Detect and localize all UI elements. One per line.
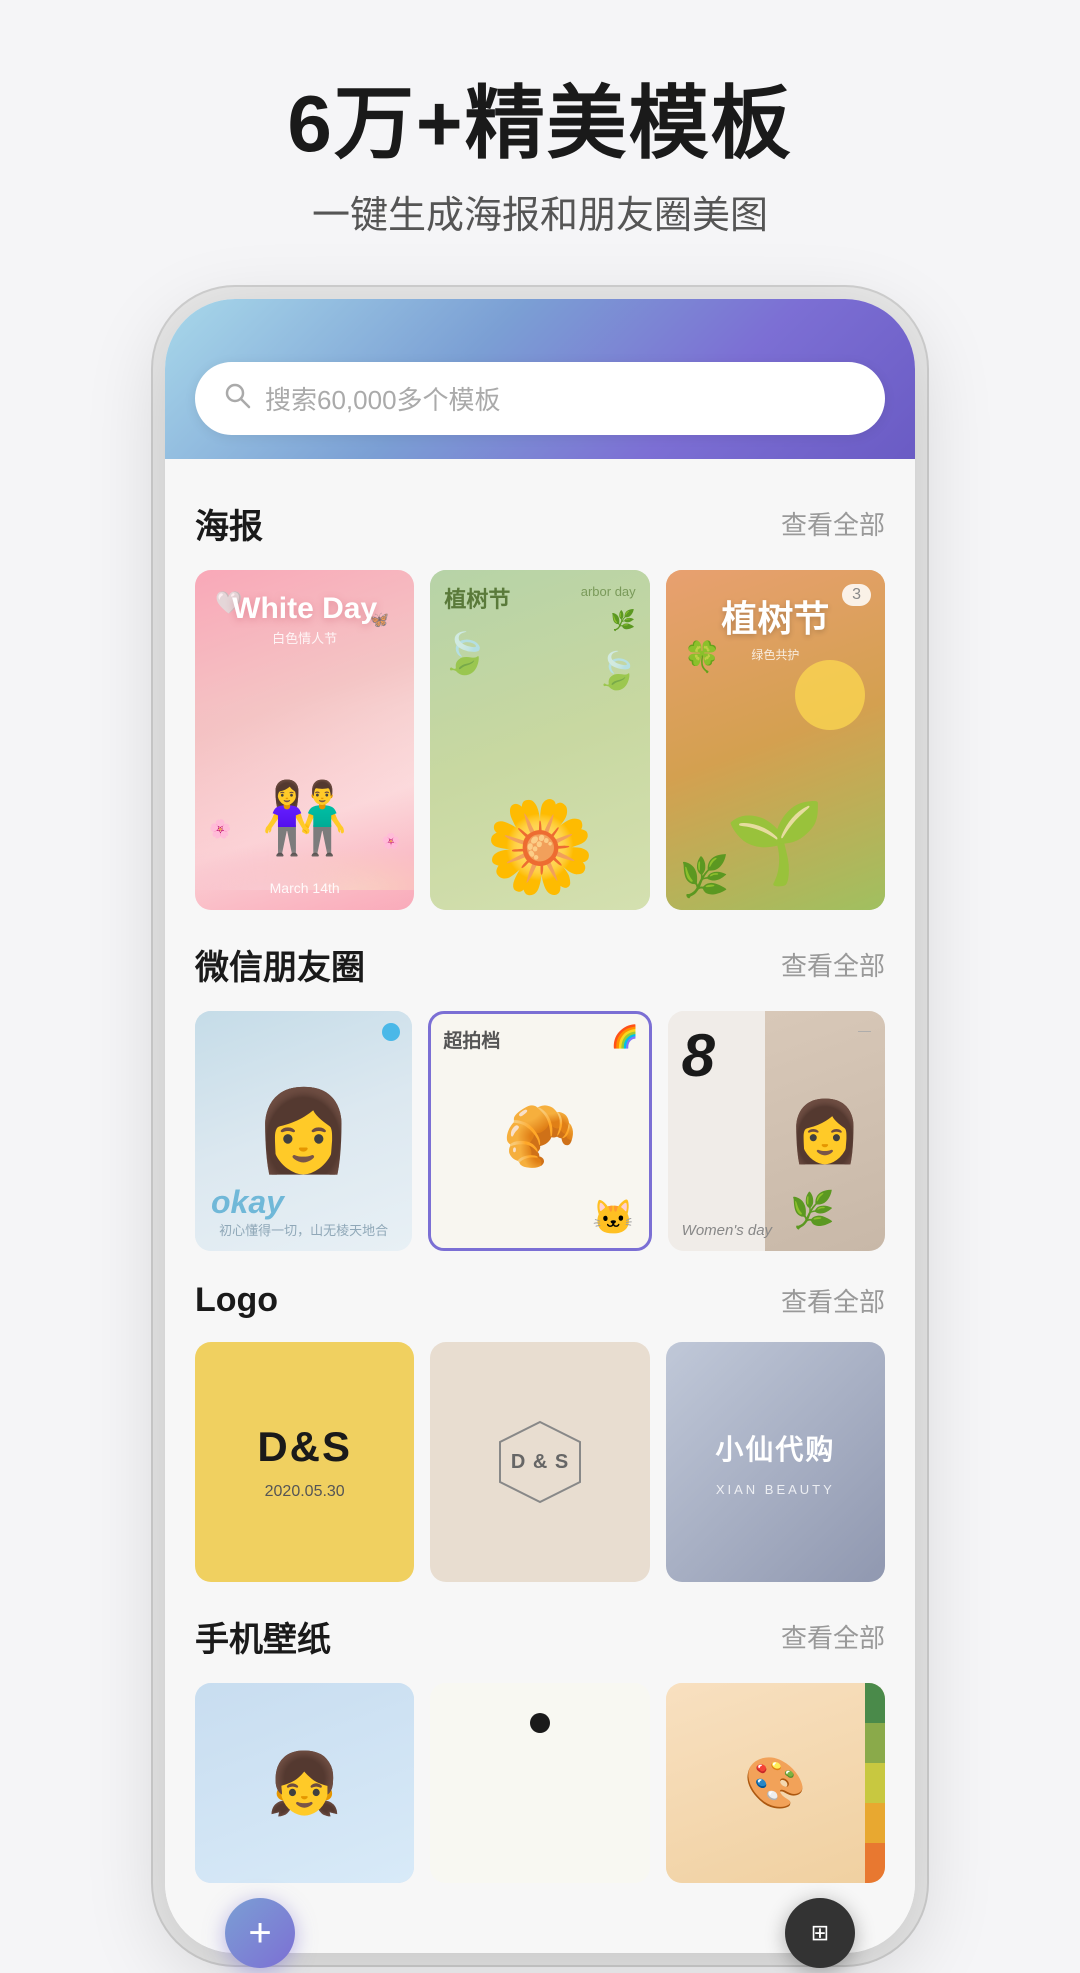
sun-deco: [795, 660, 865, 730]
arbor-card-inner: 植树节 arbor day 🌿 🌼 🍃 🍃: [430, 570, 649, 910]
logo-yellow-content: D&S 2020.05.30: [195, 1342, 414, 1582]
wall1-inner: 👧: [195, 1683, 414, 1883]
poster-see-all[interactable]: 查看全部: [781, 505, 885, 542]
wallpaper-section-title: 手机壁纸: [195, 1612, 331, 1661]
wall3-inner: 🎨: [666, 1683, 885, 1883]
poster-card-plant-festival[interactable]: 植树节 绿色共护 🌱 🌿 🍀 3: [666, 570, 885, 910]
wechat-section-header: 微信朋友圈 查看全部: [195, 940, 885, 989]
food-label-cn: 超拍档: [443, 1026, 500, 1053]
wallpaper-card-colorful[interactable]: 🎨: [666, 1683, 885, 1883]
leaf-left: 🍃: [440, 630, 490, 677]
women-day-badge: —: [858, 1023, 871, 1038]
monstera-leaf: 🌿: [790, 1189, 835, 1231]
white-day-title-block: White Day 白色情人节: [195, 592, 414, 647]
arbor-title-cn: 植树节: [444, 582, 510, 614]
logo-beige-content: D & S: [430, 1342, 649, 1582]
number-8: 8: [682, 1021, 715, 1090]
wechat-card-women-day[interactable]: 8 👩 🌿 Women's day —: [668, 1011, 885, 1251]
white-day-card-inner: 🤍 🦋 White Day 白色情人节 👫 March 14th: [195, 570, 414, 910]
logo-blue-content: 小仙代购 XIAN BEAUTY: [666, 1342, 885, 1582]
plant-title-cn: 植树节: [666, 590, 885, 642]
plant-card-inner: 植树节 绿色共护 🌱 🌿 🍀 3: [666, 570, 885, 910]
poster-card-white-day[interactable]: 🤍 🦋 White Day 白色情人节 👫 March 14th: [195, 570, 414, 910]
logo-yellow-text: D&S: [257, 1423, 352, 1471]
anime-girl: 👧: [195, 1683, 414, 1883]
wallpaper-card-anime[interactable]: 👧: [195, 1683, 414, 1883]
poster-section-title: 海报: [195, 499, 263, 548]
logo-section-header: Logo 查看全部: [195, 1281, 885, 1320]
wallpaper-grid: 👧 🎨: [195, 1683, 885, 1883]
header-section: 6万+精美模板 一键生成海报和朋友圈美图: [0, 0, 1080, 279]
poster-card-arbor[interactable]: 植树节 arbor day 🌿 🌼 🍃 🍃: [430, 570, 649, 910]
womens-day-label: Women's day: [682, 1222, 772, 1239]
phone-content: 海报 查看全部 🤍 🦋 White Day 白色情人节: [165, 459, 915, 1953]
white-day-subtitle-cn: 白色情人节: [195, 628, 414, 647]
okay-text: okay: [211, 1184, 284, 1221]
logo-blue-en: XIAN BEAUTY: [716, 1482, 835, 1497]
logo-grid: D&S 2020.05.30 D & S: [195, 1342, 885, 1582]
poster-grid: 🤍 🦋 White Day 白色情人节 👫 March 14th: [195, 570, 885, 910]
fab-grid-button[interactable]: ⊞: [785, 1898, 855, 1968]
wall2-inner: [430, 1683, 649, 1883]
arbor-title-en-small: arbor day: [581, 584, 636, 599]
arbor-person: 🌼: [430, 795, 649, 900]
white-day-date: March 14th: [195, 880, 414, 896]
main-title: 6万+精美模板: [40, 80, 1040, 168]
white-day-title-en: White Day: [195, 592, 414, 626]
wallpaper-section-header: 手机壁纸 查看全部: [195, 1612, 885, 1661]
colorful-icon: 🎨: [666, 1683, 885, 1883]
logo-yellow-date: 2020.05.30: [265, 1483, 345, 1501]
stripe-accent: [865, 1683, 885, 1883]
girl-card-inner: 👩 okay 初心懂得一切，山无棱天地合: [195, 1011, 412, 1251]
wechat-card-food[interactable]: 超拍档 🌈 🥐 🐱: [428, 1011, 651, 1251]
arbor-icon: 🌿: [611, 608, 636, 633]
logo-card-yellow[interactable]: D&S 2020.05.30: [195, 1342, 414, 1582]
hexagon-container: D & S: [495, 1417, 585, 1507]
flower-deco-left: 🌸: [209, 819, 231, 840]
minimal-dot: [530, 1713, 550, 1733]
plant-title-block: 植树节 绿色共护: [666, 590, 885, 663]
search-icon: [223, 381, 251, 416]
flower-deco-right: 🌸: [382, 832, 401, 850]
leaf-right: 🍃: [595, 650, 640, 692]
search-bar[interactable]: 搜索60,000多个模板: [195, 362, 885, 435]
search-placeholder-text: 搜索60,000多个模板: [265, 380, 501, 417]
women-day-card-inner: 8 👩 🌿 Women's day —: [668, 1011, 885, 1251]
poster-section-header: 海报 查看全部: [195, 499, 885, 548]
plant-left: 🌿: [680, 853, 730, 900]
wallpaper-see-all[interactable]: 查看全部: [781, 1618, 885, 1655]
logo-section-title: Logo: [195, 1281, 278, 1320]
fab-container: + ⊞: [165, 1893, 915, 1973]
page-wrapper: 6万+精美模板 一键生成海报和朋友圈美图 搜索60,000多个模板: [0, 0, 1080, 1973]
logo-see-all[interactable]: 查看全部: [781, 1282, 885, 1319]
wechat-grid: 👩 okay 初心懂得一切，山无棱天地合 超拍档: [195, 1011, 885, 1251]
wallpaper-card-minimal[interactable]: [430, 1683, 649, 1883]
food-card-inner: 超拍档 🌈 🥐 🐱: [431, 1014, 648, 1248]
wechat-see-all[interactable]: 查看全部: [781, 946, 885, 983]
cartoon-sticker: 🐱: [592, 1198, 634, 1238]
search-container[interactable]: 搜索60,000多个模板: [165, 362, 915, 435]
logo-card-beige[interactable]: D & S: [430, 1342, 649, 1582]
food-illustration: 🥐: [431, 1054, 648, 1218]
phone-header-gradient: 搜索60,000多个模板: [165, 299, 915, 459]
rainbow-sticker: 🌈: [611, 1024, 638, 1050]
logo-blue-cn: 小仙代购: [715, 1428, 835, 1468]
wechat-card-girl[interactable]: 👩 okay 初心懂得一切，山无棱天地合: [195, 1011, 412, 1251]
girl-caption: 初心懂得一切，山无棱天地合: [195, 1220, 412, 1239]
logo-beige-text: D & S: [511, 1451, 569, 1474]
wechat-section-title: 微信朋友圈: [195, 940, 365, 989]
sub-title: 一键生成海报和朋友圈美图: [40, 184, 1040, 239]
logo-card-blue[interactable]: 小仙代购 XIAN BEAUTY: [666, 1342, 885, 1582]
plant-subtitle: 绿色共护: [666, 646, 885, 663]
fab-add-button[interactable]: +: [225, 1898, 295, 1968]
phone-mockup: 搜索60,000多个模板 海报 查看全部 🤍 🦋: [165, 299, 915, 1953]
